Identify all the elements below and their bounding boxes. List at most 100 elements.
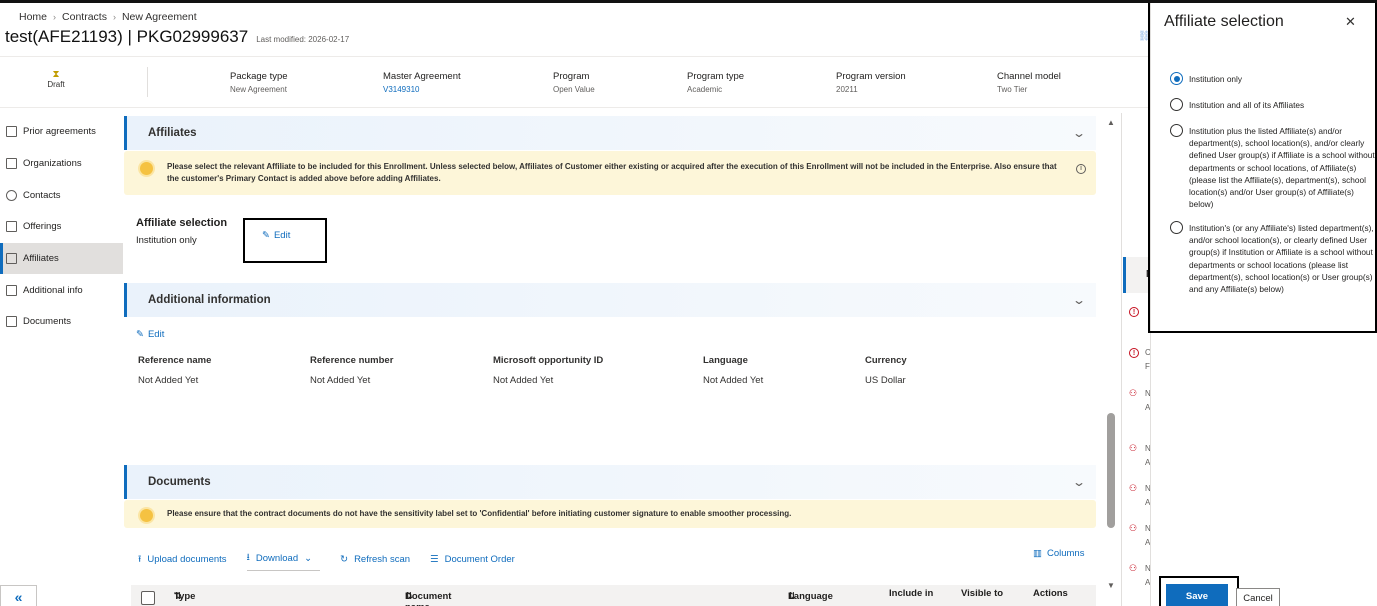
page-title: test(AFE21193) | PKG02999637 Last modifi… — [5, 27, 349, 47]
col-visible-to[interactable]: Visible to — [961, 588, 1003, 599]
last-modified: Last modified: 2026-02-17 — [256, 35, 350, 44]
meta-program-version: Program version 20211 — [836, 71, 906, 94]
radio-listed-departments[interactable]: Institution's (or any Affiliate's) liste… — [1170, 221, 1375, 295]
breadcrumb-contracts[interactable]: Contracts — [62, 11, 107, 23]
info-icon[interactable]: i — [1076, 164, 1086, 174]
meta-channel-model: Channel model Two Tier — [997, 71, 1061, 94]
columns-button[interactable]: ▥ Columns — [1033, 548, 1084, 559]
field-value: Not Added Yet — [138, 375, 199, 386]
radio-button[interactable] — [1170, 221, 1183, 234]
radio-button[interactable] — [1170, 98, 1183, 111]
edit-label: Edit — [147, 329, 165, 340]
scroll-down-arrow[interactable]: ▼ — [1107, 581, 1115, 590]
documents-toolbar: ⭱ Upload documents ⭳ Download ⌄ ↻ Refresh sc… — [138, 548, 535, 571]
radio-institution-all-affiliates[interactable]: Institution and all of its Affiliates — [1170, 98, 1375, 111]
refresh-icon: ↻ — [340, 554, 349, 565]
scrollbar-thumb[interactable] — [1107, 413, 1115, 528]
radio-button[interactable] — [1170, 124, 1183, 137]
col-include-in[interactable]: Include in — [889, 588, 933, 599]
cancel-button[interactable]: Cancel — [1236, 588, 1280, 606]
save-button[interactable]: Save — [1166, 584, 1228, 606]
meta-label: Program type — [687, 71, 745, 82]
affiliates-edit-button[interactable]: ✎ Edit — [262, 230, 290, 241]
download-dropdown[interactable]: ⭳ Download ⌄ — [246, 548, 321, 571]
banner-text: Please select the relevant Affiliate to … — [167, 162, 1057, 183]
reference-number-field: Reference number Not Added Yet — [310, 355, 393, 386]
nav-item-offerings[interactable]: Offerings — [0, 211, 123, 243]
select-all-checkbox[interactable] — [141, 591, 155, 605]
nav-item-prior-agreements[interactable]: Prior agreements — [0, 116, 123, 148]
breadcrumb-home[interactable]: Home — [19, 11, 47, 23]
meta-label: Channel model — [997, 71, 1061, 82]
additional-info-edit-button[interactable]: ✎ Edit — [136, 329, 164, 340]
chevron-right-icon: › — [53, 12, 57, 22]
divider — [147, 67, 148, 97]
field-value: US Dollar — [865, 375, 906, 386]
offerings-icon — [6, 221, 17, 233]
chevron-down-icon[interactable]: ⌄ — [1072, 126, 1086, 140]
field-value: Not Added Yet — [493, 375, 554, 386]
header-divider — [0, 56, 1150, 57]
people-icon: ⚇ — [1129, 443, 1138, 453]
chevron-down-icon[interactable]: ⌄ — [1072, 475, 1086, 489]
breadcrumb-current: New Agreement — [121, 11, 197, 23]
breadcrumb: Home › Contracts › New Agreement — [19, 11, 197, 23]
meta-label: Package type — [230, 71, 288, 82]
collapse-nav-button[interactable]: « — [0, 585, 37, 606]
section-title: Additional information — [148, 294, 271, 306]
building-icon — [6, 158, 17, 170]
meta-package-type: Package type New Agreement — [230, 71, 288, 94]
language-field: Language Not Added Yet — [703, 355, 763, 386]
affiliate-selection-value: Institution only — [136, 235, 197, 246]
nav-item-contacts[interactable]: Contacts — [0, 179, 123, 211]
documents-table-header: Type ⇅ Document name ⇅ Language ⇅ Includ… — [131, 585, 1096, 606]
nav-item-additional-info[interactable]: Additional info — [0, 274, 123, 306]
sort-icon: ⇅ — [174, 591, 182, 602]
nav-item-documents[interactable]: Documents — [0, 306, 123, 338]
people-icon: ⚇ — [1129, 483, 1138, 493]
header-divider — [0, 107, 1150, 108]
hourglass-icon: ⧗ — [52, 69, 60, 80]
chevron-down-icon: ⌄ — [304, 552, 313, 564]
nav-item-affiliates[interactable]: Affiliates — [0, 242, 123, 275]
people-icon: ⚇ — [1129, 563, 1138, 573]
close-icon[interactable]: ✕ — [1345, 14, 1356, 30]
additional-info-section-header[interactable]: Additional information ⌄ — [124, 283, 1096, 317]
documents-info-banner: Please ensure that the contract document… — [124, 500, 1096, 528]
upload-icon: ⭱ — [138, 553, 142, 565]
upload-documents-button[interactable]: ⭱ Upload documents — [138, 552, 227, 568]
nav-label: Offerings — [23, 221, 62, 233]
right-panel-tab[interactable]: N — [1123, 257, 1153, 293]
radio-button-selected[interactable] — [1170, 72, 1183, 85]
nav-item-organizations[interactable]: Organizations — [0, 148, 123, 180]
field-value: Not Added Yet — [310, 375, 371, 386]
error-icon: ! — [1129, 348, 1139, 358]
refresh-scan-button[interactable]: ↻ Refresh scan — [340, 554, 410, 565]
pencil-icon: ✎ — [262, 230, 270, 241]
affiliates-section-header[interactable]: Affiliates ⌄ — [124, 116, 1096, 150]
info-document-icon — [6, 284, 17, 296]
sort-icon: ⇅ — [788, 591, 796, 602]
nav-label: Documents — [23, 316, 72, 328]
section-title: Documents — [148, 476, 211, 488]
documents-section-header[interactable]: Documents ⌄ — [124, 465, 1096, 499]
nav-label: Additional info — [23, 284, 83, 296]
radio-institution-only[interactable]: Institution only — [1170, 72, 1375, 85]
radio-label: Institution plus the listed Affiliate(s)… — [1189, 126, 1375, 210]
document-order-button[interactable]: ☰ Document Order — [430, 554, 515, 565]
reference-name-field: Reference name Not Added Yet — [138, 355, 211, 386]
edit-label: Edit — [273, 230, 291, 241]
opportunity-id-field: Microsoft opportunity ID Not Added Yet — [493, 355, 603, 386]
toolbar-label: Columns — [1046, 548, 1085, 559]
master-agreement-link[interactable]: V3149310 — [383, 85, 461, 94]
scroll-up-arrow[interactable]: ▲ — [1107, 118, 1115, 127]
nav-label: Organizations — [23, 158, 82, 170]
chevron-down-icon[interactable]: ⌄ — [1072, 293, 1086, 307]
field-label: Language — [703, 355, 748, 366]
right-panel-divider — [1121, 113, 1122, 606]
section-title: Affiliates — [148, 127, 197, 139]
meta-program: Program Open Value — [553, 71, 595, 94]
meta-value: Open Value — [553, 85, 595, 94]
radio-institution-plus-listed[interactable]: Institution plus the listed Affiliate(s)… — [1170, 124, 1375, 210]
people-icon — [6, 189, 17, 201]
